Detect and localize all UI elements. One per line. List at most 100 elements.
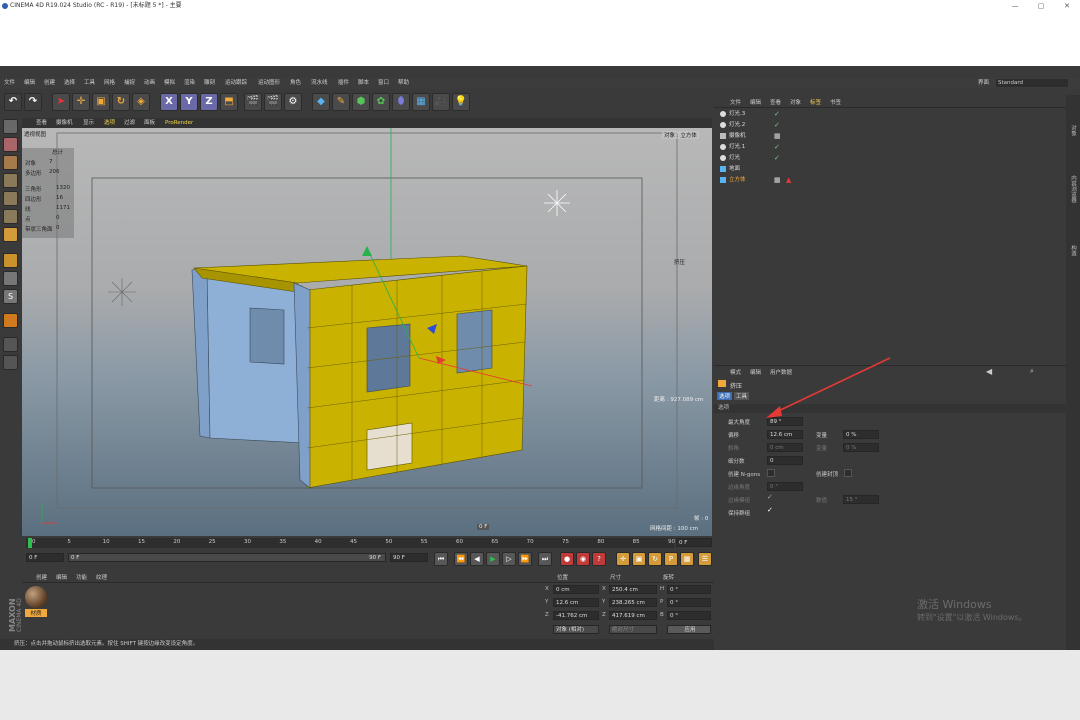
size-z-field[interactable]: 417.619 cm xyxy=(609,611,657,620)
vp-menu-cameras[interactable]: 摄像机 xyxy=(56,118,73,128)
position-y-field[interactable]: 12.6 cm xyxy=(553,598,599,607)
make-editable-icon[interactable] xyxy=(3,119,18,134)
menu-pipeline[interactable]: 流水线 xyxy=(311,78,328,89)
close-button[interactable]: ✕ xyxy=(1056,0,1078,12)
z-axis-icon[interactable]: Z xyxy=(200,93,218,111)
menu-mograph[interactable]: 运动图形 xyxy=(258,78,280,89)
menu-tools[interactable]: 工具 xyxy=(84,78,95,89)
menu-edit[interactable]: 编辑 xyxy=(24,78,35,89)
om-menu-edit[interactable]: 编辑 xyxy=(750,98,761,106)
side-tab-structure[interactable]: 构造 xyxy=(1069,245,1077,256)
undo-icon[interactable]: ↶ xyxy=(4,93,22,111)
menu-render[interactable]: 渲染 xyxy=(184,78,195,89)
om-menu-tags[interactable]: 标签 xyxy=(810,98,821,106)
render-picture-viewer-icon[interactable]: 🎬 xyxy=(264,93,282,111)
model-mode-icon[interactable] xyxy=(3,137,18,152)
maximize-button[interactable]: ▢ xyxy=(1030,0,1052,12)
edge-mode-check-icon[interactable]: ✓ xyxy=(767,493,773,501)
magnet-icon[interactable] xyxy=(3,313,18,328)
layout-dropdown[interactable]: Standard xyxy=(996,79,1068,87)
key-pla-icon[interactable]: ▦ xyxy=(680,552,694,566)
prev-key-icon[interactable]: ⏪ xyxy=(454,552,468,566)
redo-icon[interactable]: ↷ xyxy=(24,93,42,111)
keyframe-selection-icon[interactable]: ? xyxy=(592,552,606,566)
size-y-field[interactable]: 238.265 cm xyxy=(609,598,657,607)
visible-check-icon[interactable]: ✓ xyxy=(774,142,780,153)
visible-check-icon[interactable]: ✓ xyxy=(774,109,780,120)
back-arrow-icon[interactable]: ◀ xyxy=(986,367,992,376)
offset-field[interactable]: 12.6 cm xyxy=(767,430,803,439)
key-rotation-icon[interactable]: ↻ xyxy=(648,552,662,566)
mat-menu-edit[interactable]: 编辑 xyxy=(56,573,67,581)
minimize-button[interactable]: — xyxy=(1004,0,1026,12)
position-z-field[interactable]: -41.762 cm xyxy=(553,611,599,620)
go-to-start-icon[interactable]: ⏮ xyxy=(434,552,448,566)
key-param-icon[interactable]: P xyxy=(664,552,678,566)
end-frame-field[interactable]: 90 F xyxy=(390,553,428,562)
workplane-grid-icon[interactable] xyxy=(3,337,18,352)
variance-field[interactable]: 0 % xyxy=(843,443,879,452)
mat-menu-create[interactable]: 创建 xyxy=(36,573,47,581)
menu-file[interactable]: 文件 xyxy=(4,78,15,89)
rotation-p-field[interactable]: 0 ° xyxy=(667,598,711,607)
am-menu-mode[interactable]: 模式 xyxy=(730,368,741,376)
autokey-icon[interactable]: ◉ xyxy=(576,552,590,566)
key-scale-icon[interactable]: ▣ xyxy=(632,552,646,566)
move-icon[interactable]: ✛ xyxy=(72,93,90,111)
search-icon[interactable]: ⌕ xyxy=(1030,367,1034,376)
light-icon[interactable]: 💡 xyxy=(452,93,470,111)
object-row-light3[interactable]: 灯光.3 ✓ xyxy=(720,109,1060,120)
om-menu-bookmarks[interactable]: 书签 xyxy=(830,98,841,106)
object-row-light2[interactable]: 灯光.2 ✓ xyxy=(720,120,1060,131)
object-row-cube[interactable]: 立方体 ▦ ▲ xyxy=(720,175,1060,186)
polygons-mode-icon[interactable] xyxy=(3,227,18,242)
size-x-field[interactable]: 250.4 cm xyxy=(609,585,657,594)
select-arrow-icon[interactable]: ➤ xyxy=(52,93,70,111)
x-axis-icon[interactable]: X xyxy=(160,93,178,111)
om-menu-view[interactable]: 查看 xyxy=(770,98,781,106)
side-tab-content-browser[interactable]: 内容浏览器 xyxy=(1069,175,1077,203)
perspective-viewport[interactable]: 透视视图 对象 : 立方体 挤压 距离 : 927.089 cm 网格间距 : … xyxy=(22,128,712,536)
vp-menu-panel[interactable]: 面板 xyxy=(144,118,155,128)
coord-mode-dropdown[interactable]: 对象 (相对) xyxy=(553,625,599,634)
menu-animate[interactable]: 动画 xyxy=(144,78,155,89)
vp-menu-prorender[interactable]: ProRender xyxy=(165,118,193,128)
floor-icon[interactable]: ▦ xyxy=(412,93,430,111)
go-to-end-icon[interactable]: ⏭ xyxy=(538,552,552,566)
warning-tag-icon[interactable]: ▲ xyxy=(786,175,791,186)
next-frame-icon[interactable]: ▷ xyxy=(502,552,516,566)
menu-snap[interactable]: 捕捉 xyxy=(124,78,135,89)
om-menu-file[interactable]: 文件 xyxy=(730,98,741,106)
mat-menu-texture[interactable]: 纹理 xyxy=(96,573,107,581)
apply-button[interactable]: 应用 xyxy=(667,625,711,634)
timeline-ruler[interactable]: 0 5 10 15 20 25 30 35 40 45 50 55 60 65 70 75 80 85 90 xyxy=(26,538,675,548)
menu-script[interactable]: 脚本 xyxy=(358,78,369,89)
material-thumbnail[interactable] xyxy=(25,586,47,608)
visible-check-icon[interactable]: ✓ xyxy=(774,153,780,164)
menu-create[interactable]: 创建 xyxy=(44,78,55,89)
tab-options[interactable]: 选项 xyxy=(717,392,733,400)
position-x-field[interactable]: 0 cm xyxy=(553,585,599,594)
render-settings-icon[interactable]: ⚙ xyxy=(284,93,302,111)
record-icon[interactable]: ● xyxy=(560,552,574,566)
menu-select[interactable]: 选择 xyxy=(64,78,75,89)
vp-menu-filter[interactable]: 过滤 xyxy=(124,118,135,128)
vp-menu-view[interactable]: 查看 xyxy=(36,118,47,128)
menu-mesh[interactable]: 网格 xyxy=(104,78,115,89)
workplane-icon[interactable] xyxy=(3,173,18,188)
coordinate-system-icon[interactable]: ⬒ xyxy=(220,93,238,111)
material-name[interactable]: 材质 xyxy=(25,609,47,617)
mat-menu-function[interactable]: 功能 xyxy=(76,573,87,581)
start-frame-field[interactable]: 0 F xyxy=(26,553,64,562)
prev-frame-icon[interactable]: ◀ xyxy=(470,552,484,566)
visible-check-icon[interactable]: ✓ xyxy=(774,120,780,131)
axis-mode-icon[interactable] xyxy=(3,253,18,268)
value-field[interactable]: 15 ° xyxy=(843,495,879,504)
locked-workplane-icon[interactable] xyxy=(3,355,18,370)
current-frame-field[interactable]: 0 F xyxy=(676,538,712,547)
menu-help[interactable]: 帮助 xyxy=(398,78,409,89)
menu-simulate[interactable]: 模拟 xyxy=(164,78,175,89)
menu-motion-tracking[interactable]: 运动跟踪 xyxy=(225,78,247,89)
scene-icon[interactable]: ⬮ xyxy=(392,93,410,111)
rotation-b-field[interactable]: 0 ° xyxy=(667,611,711,620)
